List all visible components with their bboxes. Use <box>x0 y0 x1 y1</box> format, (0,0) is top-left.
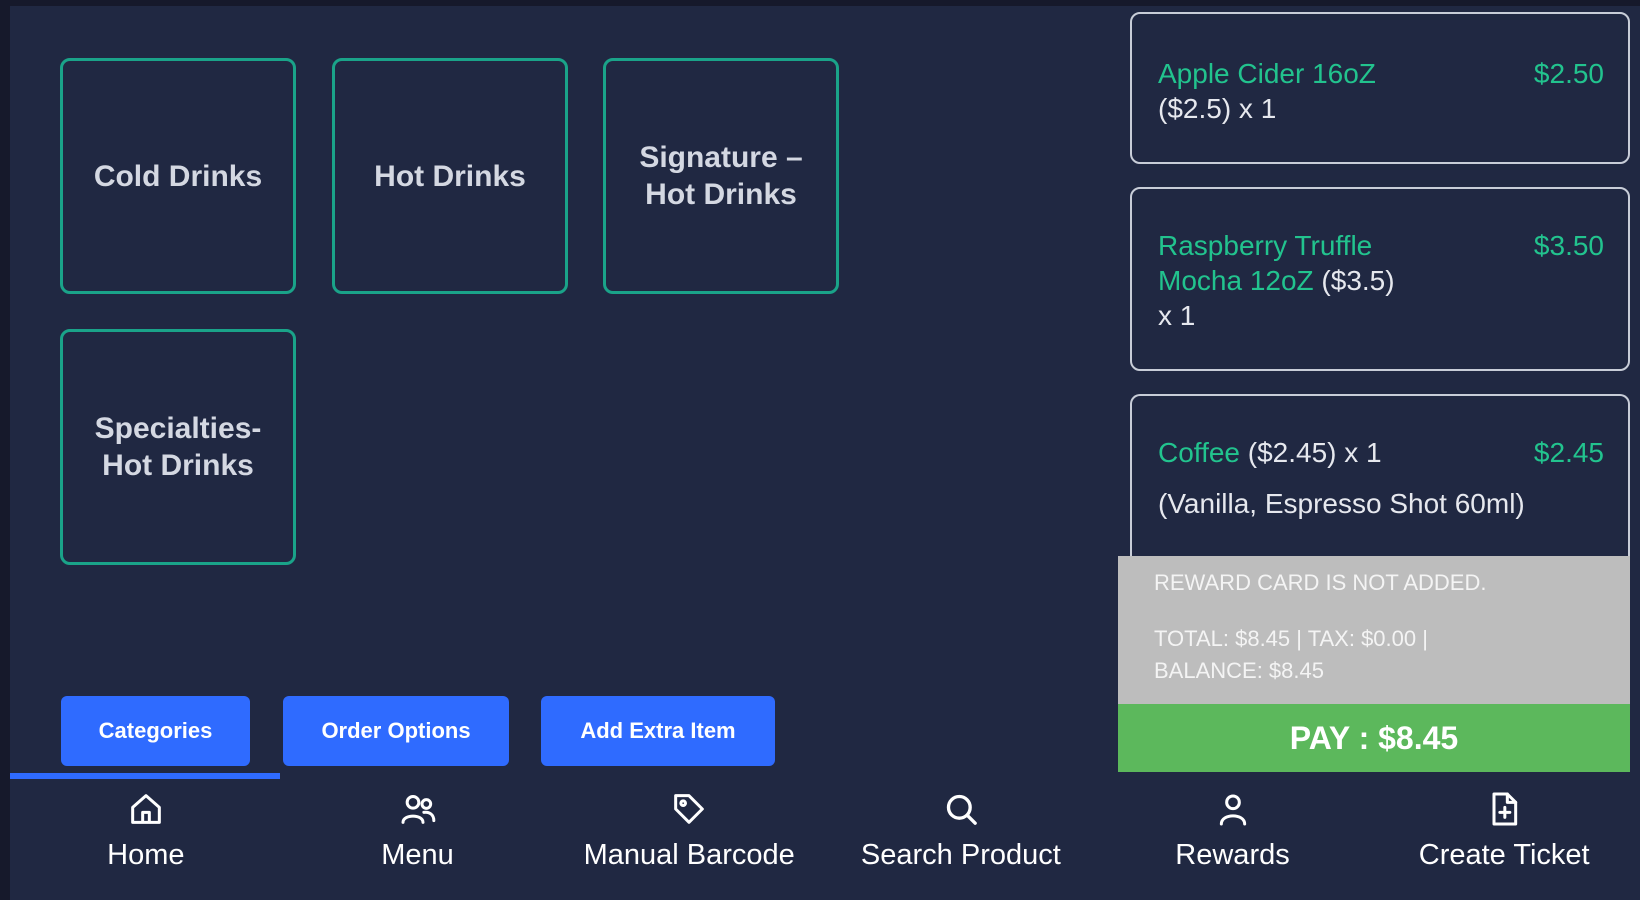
users-icon <box>401 795 435 824</box>
category-label: Cold Drinks <box>93 159 263 193</box>
order-item-raspberry-truffle-mocha[interactable]: Raspberry Truffle $3.50 Mocha 12oZ ($3.5… <box>1130 187 1630 371</box>
nav-label: Create Ticket <box>1418 839 1590 871</box>
search-icon <box>946 794 977 825</box>
categories-button[interactable]: Categories <box>61 696 250 766</box>
order-item-detail: ($2.5) x 1 <box>1158 93 1277 124</box>
order-item-price: $2.45 <box>1533 437 1604 468</box>
balance-text: BALANCE: $8.45 <box>1154 658 1324 683</box>
nav-item-rewards[interactable]: Rewards <box>1097 779 1369 900</box>
nav-label: Rewards <box>1175 839 1290 871</box>
order-item-modifiers: (Vanilla, Espresso Shot 60ml) <box>1158 488 1525 519</box>
order-item-price: $2.50 <box>1533 58 1604 89</box>
totals-tax-text: TOTAL: $8.45 | TAX: $0.00 | <box>1154 626 1428 651</box>
home-icon <box>130 794 161 824</box>
category-label: Hot Drinks <box>374 159 526 193</box>
user-icon <box>1219 794 1246 826</box>
order-item-name: Apple Cider 16oZ <box>1158 58 1376 89</box>
order-item-name: Raspberry Truffle <box>1158 230 1373 261</box>
category-tile-cold-drinks[interactable]: Cold Drinks <box>60 58 296 294</box>
nav-item-manual-barcode[interactable]: Manual Barcode <box>553 779 825 900</box>
nav-item-home[interactable]: Home <box>10 779 282 900</box>
pay-button[interactable]: PAY : $8.45 <box>1118 704 1630 772</box>
bottom-nav: Home Menu Manual Barcode Search Product … <box>10 779 1640 900</box>
add-extra-item-button[interactable]: Add Extra Item <box>541 696 775 766</box>
order-item-price: $3.50 <box>1533 230 1604 261</box>
order-item-name-cont: Mocha 12oZ <box>1158 265 1314 296</box>
nav-item-search-product[interactable]: Search Product <box>825 779 1097 900</box>
order-item-coffee[interactable]: Coffee ($2.45) x 1 $2.45 (Vanilla, Espre… <box>1130 394 1630 564</box>
nav-label: Manual Barcode <box>583 839 795 871</box>
nav-item-menu[interactable]: Menu <box>282 779 554 900</box>
nav-item-create-ticket[interactable]: Create Ticket <box>1368 779 1640 900</box>
order-item-name: Coffee <box>1158 437 1240 468</box>
order-options-button[interactable]: Order Options <box>283 696 509 766</box>
category-tile-signature-hot-drinks[interactable]: Signature – Hot Drinks <box>603 58 839 294</box>
order-item-detail: ($3.5) <box>1321 265 1395 296</box>
category-tile-hot-drinks[interactable]: Hot Drinks <box>332 58 568 294</box>
order-item-apple-cider[interactable]: Apple Cider 16oZ $2.50 ($2.5) x 1 <box>1130 12 1630 164</box>
order-item-detail: ($2.45) x 1 <box>1247 437 1382 468</box>
nav-label: Home <box>107 839 185 871</box>
pos-screen: Cold Drinks Hot Drinks Signature – Hot D… <box>10 6 1640 900</box>
category-label: Signature – Hot Drinks <box>639 141 803 211</box>
order-item-quantity: x 1 <box>1158 300 1196 331</box>
category-label: Specialties- Hot Drinks <box>94 412 262 482</box>
totals-panel: REWARD CARD IS NOT ADDED. TOTAL: $8.45 |… <box>1118 556 1630 704</box>
nav-label: Search Product <box>860 839 1061 871</box>
file-plus-icon <box>1492 792 1518 826</box>
reward-status-text: REWARD CARD IS NOT ADDED. <box>1154 570 1487 595</box>
category-tile-specialties-hot-drinks[interactable]: Specialties- Hot Drinks <box>60 329 296 565</box>
tag-icon <box>674 794 705 824</box>
nav-label: Menu <box>381 839 454 871</box>
